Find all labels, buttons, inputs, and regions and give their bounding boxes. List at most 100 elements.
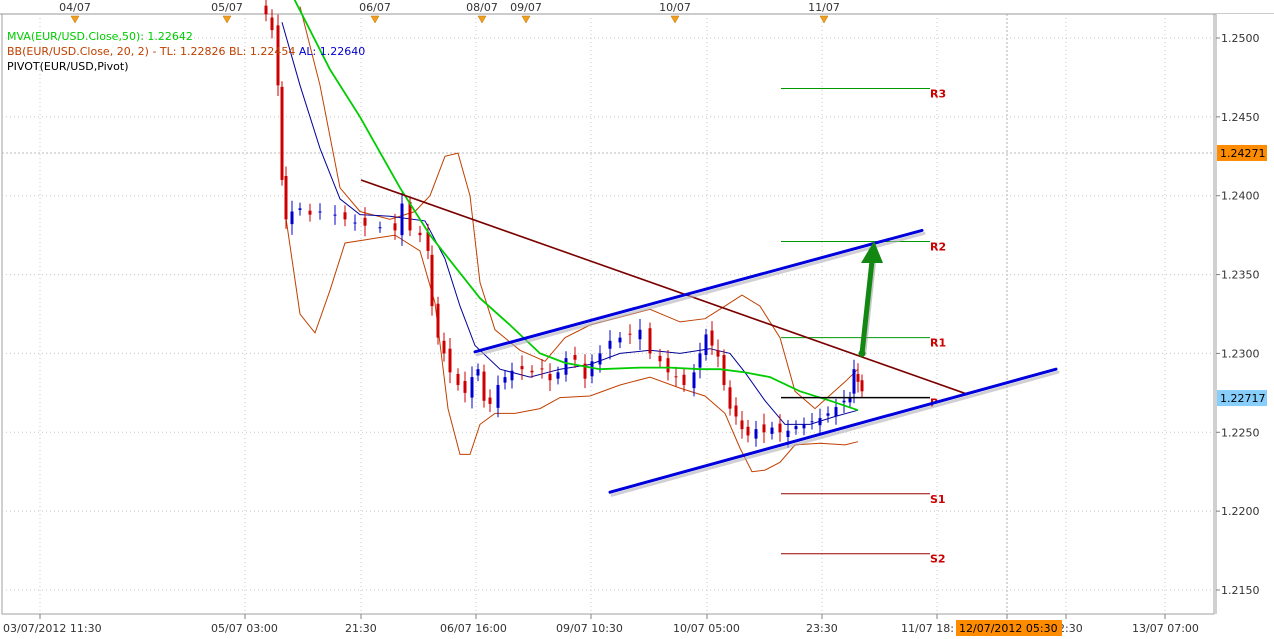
candle-body [856, 373, 860, 382]
candle-body [698, 353, 702, 368]
candle-body [463, 381, 467, 393]
time-tick-label: 23:30 [806, 622, 838, 635]
candle-body [540, 368, 544, 370]
pivot-label-r1: R1 [930, 337, 946, 350]
price-tick-label: 1.2200 [1221, 505, 1260, 518]
price-tick-label: 1.2350 [1221, 269, 1260, 282]
pivot-label-r2: R2 [930, 240, 946, 253]
candle-body [638, 329, 642, 340]
candle-body [834, 407, 838, 417]
legend-line-2: BB(EUR/USD.Close, 20, 2) - TL: 1.22826 B… [7, 45, 365, 58]
price-tag-label: 1.24271 [1220, 147, 1266, 160]
time-tick-label: 13/07 07:00 [1132, 622, 1199, 635]
chart-background [0, 0, 1274, 639]
price-tick-label: 1.2450 [1221, 111, 1260, 124]
candle-body [442, 340, 446, 354]
cursor-time-label: 12/07/2012 05:30 [959, 622, 1058, 635]
candle-body [710, 330, 714, 346]
top-date-label: 08/07 [466, 1, 498, 14]
candle-body [818, 418, 822, 426]
candle-body [520, 366, 524, 370]
candle-body [280, 86, 284, 180]
time-tick-label: 06/07 16:00 [440, 622, 507, 635]
candle-body [618, 337, 622, 343]
time-tick-label: 05/07 03:00 [211, 622, 278, 635]
candle-body [692, 372, 696, 389]
candle-body [770, 427, 774, 434]
candle-body [648, 328, 652, 354]
time-tick-label: 09/07 10:30 [556, 622, 623, 635]
candle-body [852, 369, 856, 394]
candle-body [298, 208, 302, 210]
price-tick-label: 1.2150 [1221, 584, 1260, 597]
forex-chart[interactable]: 04/07 05/07 06/07 08/07 09/07 10/07 11/07 R3 R2 R… [0, 0, 1274, 639]
candle-body [448, 348, 452, 373]
candle-body [786, 430, 790, 438]
top-date-label: 11/07 [808, 1, 840, 14]
price-axis-bg [1216, 14, 1274, 614]
candle-body [810, 421, 814, 423]
candle-body [754, 429, 758, 439]
top-date-label: 04/07 [59, 1, 91, 14]
candle-body [530, 370, 534, 373]
top-date-label: 05/07 [211, 1, 243, 14]
candle-body [343, 212, 347, 220]
candle-body [740, 420, 744, 430]
candle-body [716, 350, 720, 357]
price-axis: 1.2500 1.2450 1.2400 1.2350 1.2300 1.2250 1.22… [1215, 14, 1274, 614]
candle-body [470, 377, 474, 398]
legend-al-text: AL: 1.22640 [299, 45, 365, 58]
time-tick-label: 10/07 05:00 [673, 622, 740, 635]
candle-body [704, 334, 708, 356]
candle-body [488, 397, 492, 404]
price-tag-label: 1.22717 [1220, 392, 1266, 405]
candle-body [353, 222, 357, 224]
candle-body [418, 232, 422, 236]
price-tick-label: 1.2400 [1221, 190, 1260, 203]
legend-ma-text: MVA(EUR/USD.Close,50): 1.22642 [7, 30, 193, 43]
candle-body [842, 400, 846, 403]
candle-body [778, 423, 782, 433]
candle-body [802, 424, 806, 429]
target-arrow-origin [858, 349, 866, 357]
candle-body [503, 377, 507, 383]
candle-body [430, 254, 434, 307]
candle-body [746, 426, 750, 436]
candle-body [308, 210, 312, 215]
pivot-label-s1: S1 [930, 493, 946, 506]
candle-body [728, 387, 732, 409]
candle-body [393, 223, 397, 231]
pivot-label-r3: R3 [930, 87, 946, 100]
candle-body [628, 333, 632, 335]
candle-body [496, 384, 500, 408]
candle-body [860, 380, 864, 392]
candle-body [794, 425, 798, 430]
candle-body [456, 373, 460, 385]
top-date-label: 09/07 [510, 1, 542, 14]
candle-body [284, 176, 288, 220]
top-date-label: 10/07 [659, 1, 691, 14]
candle-body [556, 372, 560, 379]
candle-body [564, 358, 568, 375]
time-tick-label: 21:30 [345, 622, 377, 635]
candle-body [476, 369, 480, 376]
legend-line-1: MVA(EUR/USD.Close,50): 1.22642 [7, 30, 193, 43]
candle-body [762, 424, 766, 433]
candle-body [264, 5, 268, 15]
candle-body [290, 211, 294, 225]
candle-body [333, 214, 337, 216]
candle-body [510, 370, 514, 381]
pivot-label-s2: S2 [930, 553, 946, 566]
candle-body [666, 358, 670, 373]
time-tick-label: 03/07/2012 11:30 [3, 622, 102, 635]
candle-body [270, 17, 274, 31]
candle-body [598, 353, 602, 365]
candle-body [548, 373, 552, 381]
candle-body [674, 376, 678, 378]
legend-bb-text: BB(EUR/USD.Close, 20, 2) - TL: 1.22826 B… [7, 45, 299, 58]
chart-svg[interactable]: 04/07 05/07 06/07 08/07 09/07 10/07 11/07 R3 R2 R… [0, 0, 1274, 639]
candle-body [658, 355, 662, 362]
price-tick-label: 1.2500 [1221, 32, 1260, 45]
candle-body [682, 374, 686, 385]
candle-body [378, 227, 382, 229]
